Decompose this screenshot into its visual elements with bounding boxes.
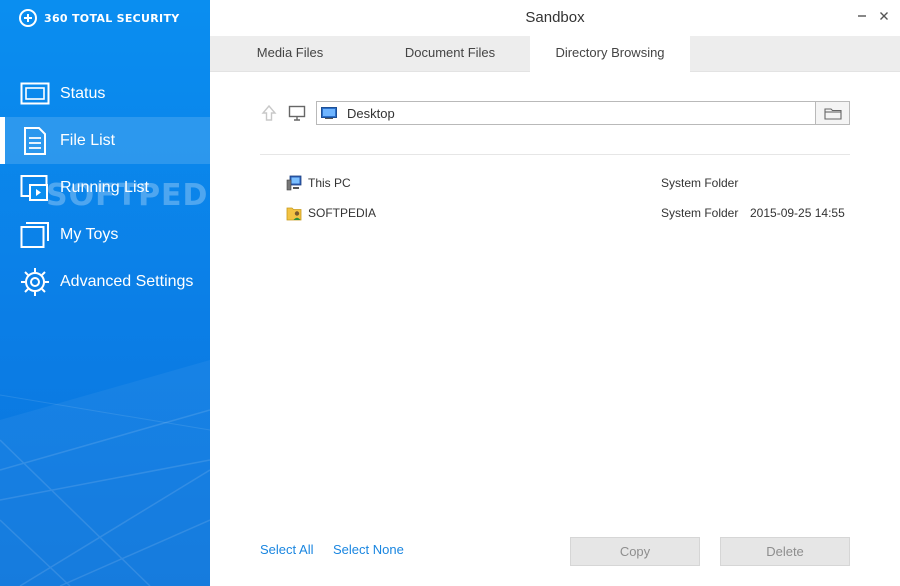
sidebar-item-label: Advanced Settings bbox=[60, 272, 194, 290]
sidebar-item-label: Running List bbox=[60, 178, 149, 196]
list-item[interactable]: SOFTPEDIA System Folder 2015-09-25 14:55 bbox=[260, 198, 850, 228]
user-folder-icon bbox=[286, 207, 302, 221]
browse-folder-button[interactable] bbox=[815, 102, 849, 124]
title-bar: Sandbox bbox=[210, 0, 900, 36]
desktop-icon bbox=[321, 107, 337, 119]
sidebar-item-status[interactable]: Status bbox=[0, 70, 210, 117]
window-title: Sandbox bbox=[525, 9, 585, 26]
computer-icon[interactable] bbox=[288, 105, 306, 121]
tab-directory-browsing[interactable]: Directory Browsing bbox=[530, 36, 690, 73]
sidebar-item-label: Status bbox=[60, 84, 106, 102]
minimize-icon[interactable] bbox=[854, 8, 870, 24]
plus-circle-logo-icon bbox=[19, 9, 37, 27]
path-value: Desktop bbox=[347, 105, 395, 121]
sidebar-item-my-toys[interactable]: My Toys bbox=[0, 211, 210, 258]
sidebar-item-file-list[interactable]: File List bbox=[0, 117, 210, 164]
sidebar-item-label: My Toys bbox=[60, 225, 119, 243]
close-icon[interactable] bbox=[876, 8, 892, 24]
monitor-screen-icon bbox=[20, 82, 50, 104]
file-date: 2015-09-25 14:55 bbox=[750, 206, 845, 220]
folder-icon bbox=[823, 107, 842, 120]
file-name: This PC bbox=[308, 176, 351, 190]
file-name: SOFTPEDIA bbox=[308, 206, 377, 220]
list-item[interactable]: This PC System Folder bbox=[260, 168, 850, 198]
delete-button[interactable]: Delete bbox=[720, 537, 850, 566]
stacked-windows-icon bbox=[20, 221, 49, 248]
file-type: System Folder bbox=[661, 176, 739, 190]
gear-icon bbox=[21, 267, 49, 296]
sidebar-item-running-list[interactable]: Running List bbox=[0, 164, 210, 211]
divider bbox=[260, 154, 850, 155]
tab-bar: Media Files Document Files Directory Bro… bbox=[210, 36, 900, 73]
tab-document-files[interactable]: Document Files bbox=[370, 36, 530, 72]
path-row: Desktop bbox=[260, 100, 850, 126]
select-all-link[interactable]: Select All bbox=[260, 542, 313, 557]
main-panel: Sandbox Media Files Document Files Direc… bbox=[210, 0, 900, 586]
copy-button[interactable]: Copy bbox=[570, 537, 700, 566]
file-list: This PC System Folder SOFTPEDIA System F… bbox=[260, 168, 850, 228]
up-arrow-icon[interactable] bbox=[260, 104, 278, 122]
sidebar-item-label: File List bbox=[60, 131, 116, 149]
sidebar: 360 TOTAL SECURITY Status File List Runn… bbox=[0, 0, 210, 586]
file-type: System Folder bbox=[661, 206, 739, 220]
running-window-icon bbox=[20, 174, 48, 201]
document-list-icon bbox=[24, 126, 46, 155]
this-pc-icon bbox=[286, 175, 302, 191]
select-none-link[interactable]: Select None bbox=[333, 542, 404, 557]
brand: 360 TOTAL SECURITY bbox=[18, 8, 180, 28]
brand-name: 360 TOTAL SECURITY bbox=[44, 11, 180, 25]
sidebar-nav: Status File List Running List My Toys Ad… bbox=[0, 70, 210, 305]
path-field[interactable]: Desktop bbox=[316, 101, 850, 125]
tab-media-files[interactable]: Media Files bbox=[210, 36, 370, 72]
sidebar-item-advanced-settings[interactable]: Advanced Settings bbox=[0, 258, 210, 305]
